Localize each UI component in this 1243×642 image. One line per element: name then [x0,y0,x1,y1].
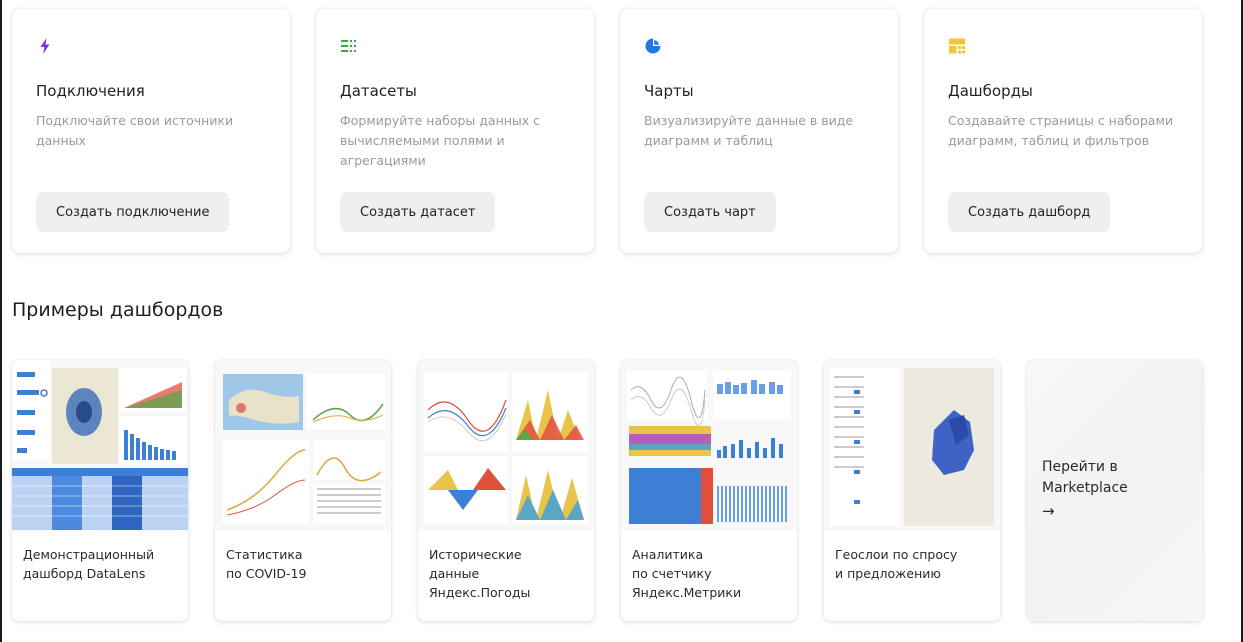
dashboard-thumbnail [824,360,1000,530]
feature-card-charts: Чарты Визуализируйте данные в виде диагр… [620,9,898,253]
examples-section-title: Примеры дашбордов [12,299,224,321]
feature-description: Подключайте свои источники данных [36,113,234,148]
feature-card-connections: Подключения Подключайте свои источники д… [12,9,290,253]
feature-title: Подключения [36,82,145,100]
feature-description: Визуализируйте данные в виде диаграмм и … [644,113,854,148]
example-name: Исторические данные Яндекс.Погоды [429,547,531,600]
create-connection-button[interactable]: Создать подключение [36,192,230,232]
create-dataset-button[interactable]: Создать датасет [340,192,496,232]
example-name: Статистика по COVID-19 [226,547,307,581]
marketplace-label: Перейти в Marketplace [1042,459,1128,496]
feature-card-datasets: Датасеты Формируйте наборы данных с вычи… [316,9,594,253]
example-card-demo-dashboard[interactable]: Демонстрационный дашборд DataLens [12,360,188,621]
dashboard-icon [949,38,965,54]
dashboard-thumbnail [215,360,391,530]
dashboard-thumbnail [621,360,797,530]
example-name: Геослои по спросу и предложению [835,547,958,581]
feature-description: Формируйте наборы данных с вычисляемыми … [340,113,541,168]
example-card-weather[interactable]: Исторические данные Яндекс.Погоды [418,360,594,621]
window-border-left [0,0,2,642]
example-card-covid[interactable]: Статистика по COVID-19 [215,360,391,621]
feature-description: Создавайте страницы с наборами диаграмм,… [948,113,1173,148]
example-name: Демонстрационный дашборд DataLens [23,547,155,581]
feature-title: Дашборды [948,82,1033,100]
feature-card-dashboards: Дашборды Создавайте страницы с наборами … [924,9,1202,253]
example-card-metrika[interactable]: Аналитика по счетчику Яндекс.Метрики [621,360,797,621]
arrow-right-icon: → [1042,502,1055,520]
example-card-geolayers[interactable]: Геослои по спросу и предложению [824,360,1000,621]
create-chart-button[interactable]: Создать чарт [644,192,776,232]
dashboard-thumbnail [418,360,594,530]
dashboard-thumbnail [12,360,188,530]
feature-title: Чарты [644,82,694,100]
feature-title: Датасеты [340,82,417,100]
marketplace-card[interactable]: Перейти в Marketplace → [1027,360,1203,621]
lightning-icon [40,38,50,54]
create-dashboard-button[interactable]: Создать дашборд [948,192,1111,232]
pie-chart-icon [645,38,661,54]
dataset-grid-icon [341,40,356,52]
example-name: Аналитика по счетчику Яндекс.Метрики [632,547,742,600]
